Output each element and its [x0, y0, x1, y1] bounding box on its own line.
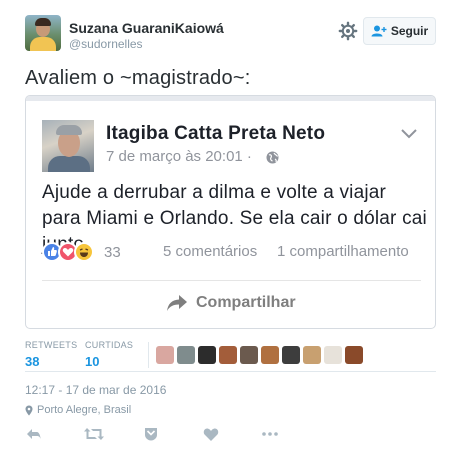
avatar[interactable]: [25, 15, 61, 51]
divider: [42, 280, 421, 281]
tweet-timestamp[interactable]: 12:17 - 17 de mar de 2016: [25, 383, 166, 397]
haha-reaction-icon: [74, 242, 94, 262]
liker-avatar[interactable]: [345, 346, 363, 364]
gear-icon[interactable]: [338, 21, 358, 41]
post-author-avatar: [42, 120, 94, 172]
tweet-header: Suzana GuaraniKaiowá @sudornelles Seguir: [25, 15, 445, 55]
more-icon[interactable]: [261, 425, 279, 443]
location-pin-icon: [25, 405, 33, 415]
reaction-count: 33: [104, 243, 121, 261]
follow-label: Seguir: [390, 24, 429, 38]
location-label: Porto Alegre, Brasil: [37, 404, 132, 416]
liker-avatars: [156, 346, 363, 364]
share-arrow-icon: [167, 295, 187, 311]
heart-icon[interactable]: [202, 425, 220, 443]
reply-icon[interactable]: [25, 425, 43, 443]
liker-avatar[interactable]: [156, 346, 174, 364]
retweet-icon[interactable]: [83, 425, 105, 443]
tweet-text: Avaliem o ~magistrado~:: [25, 67, 251, 89]
liker-avatar[interactable]: [324, 346, 342, 364]
tweet-actions: [25, 425, 436, 445]
shares-count: 1 compartilhamento: [277, 243, 409, 260]
share-action: Compartilhar: [166, 294, 296, 312]
user-name[interactable]: Suzana GuaraniKaiowá: [69, 20, 224, 36]
liker-avatar[interactable]: [198, 346, 216, 364]
retweets-label: RETWEETS: [25, 340, 78, 350]
likes-value: 10: [85, 354, 100, 369]
post-date: 7 de março às 20:01 ·: [106, 148, 252, 165]
embedded-post-card[interactable]: Itagiba Catta Preta Neto 7 de março às 2…: [25, 95, 436, 329]
divider: [25, 371, 436, 372]
tweet-location[interactable]: Porto Alegre, Brasil: [25, 404, 131, 416]
liker-avatar[interactable]: [219, 346, 237, 364]
user-handle[interactable]: @sudornelles: [69, 37, 143, 51]
share-label: Compartilhar: [196, 294, 296, 311]
liker-avatar[interactable]: [240, 346, 258, 364]
likes-stat[interactable]: CURTIDAS 10: [85, 340, 133, 369]
chevron-down-icon: [401, 129, 417, 139]
comments-count: 5 comentários: [163, 243, 258, 260]
card-top-bar: [26, 96, 435, 101]
retweets-stat[interactable]: RETWEETS 38: [25, 340, 77, 369]
follow-button[interactable]: Seguir: [363, 17, 436, 45]
liker-avatar[interactable]: [282, 346, 300, 364]
direct-message-icon[interactable]: [142, 425, 160, 443]
retweets-value: 38: [25, 354, 40, 369]
likes-label: CURTIDAS: [85, 340, 134, 350]
tweet-stats: RETWEETS 38 CURTIDAS 10: [25, 340, 436, 374]
liker-avatar[interactable]: [261, 346, 279, 364]
globe-icon: [266, 151, 279, 164]
stat-separator: [148, 342, 149, 368]
liker-avatar[interactable]: [303, 346, 321, 364]
post-author-name: Itagiba Catta Preta Neto: [106, 123, 326, 144]
add-user-icon: [371, 25, 387, 37]
reactions: 33: [42, 241, 121, 263]
liker-avatar[interactable]: [177, 346, 195, 364]
